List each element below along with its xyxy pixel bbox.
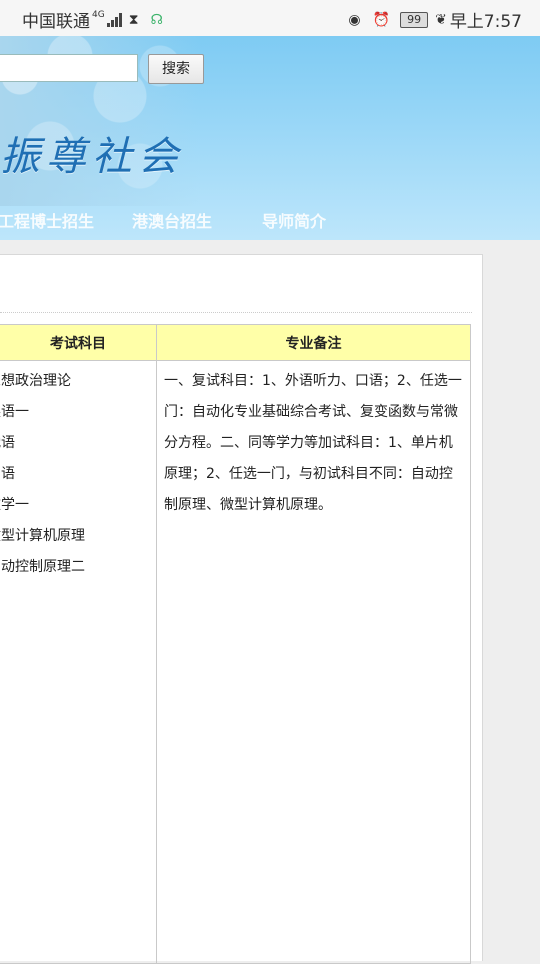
list-item: 数学一 (0, 497, 29, 513)
clock: 早上7:57 (449, 12, 522, 32)
network-type: 4G (92, 10, 105, 20)
divider (0, 312, 472, 313)
search-input[interactable] (0, 54, 138, 82)
header-notes: 专业备注 (156, 324, 471, 361)
list-item: 自动控制原理二 (0, 559, 85, 575)
exam-table: 考试科目 专业备注 思想政治理论 英语一 俄语 日语 数学一 微型计算机原理 自… (0, 324, 471, 964)
carrier-name: 中国联通 (22, 12, 90, 32)
notes-text: 一、复试科目：1、外语听力、口语；2、任选一门：自动化专业基础综合考试、复变函数… (164, 373, 462, 513)
calligraphy-banner: 振尊社会 (0, 134, 184, 180)
notes-cell: 一、复试科目：1、外语听力、口语；2、任选一门：自动化专业基础综合考试、复变函数… (156, 360, 471, 964)
leaf-icon: ❦ (435, 11, 447, 28)
eye-icon: ◉ (348, 11, 361, 28)
headset-icon: ☊ (150, 11, 163, 28)
subjects-cell: 思想政治理论 英语一 俄语 日语 数学一 微型计算机原理 自动控制原理二 (0, 360, 157, 964)
list-item: 俄语 (0, 435, 15, 451)
nav-item-engineering-phd[interactable]: 工程博士招生 (0, 208, 94, 232)
list-item: 英语一 (0, 404, 29, 420)
alarm-icon: ⏰ (372, 11, 391, 28)
list-item: 微型计算机原理 (0, 528, 85, 544)
table-row: 思想政治理论 英语一 俄语 日语 数学一 微型计算机原理 自动控制原理二 一、复… (0, 360, 471, 964)
list-item: 日语 (0, 466, 15, 482)
signal-icon (106, 12, 123, 27)
site-header: 搜索 振尊社会 工程博士招生 港澳台招生 导师简介 (0, 36, 540, 240)
battery-icon: 99 (400, 11, 429, 28)
list-item: 思想政治理论 (0, 373, 71, 389)
nav-item-advisors[interactable]: 导师简介 (262, 208, 326, 232)
nav-item-hk-macau-taiwan[interactable]: 港澳台招生 (132, 208, 212, 232)
header-exam-subjects: 考试科目 (0, 324, 157, 361)
main-nav: 工程博士招生 港澳台招生 导师简介 (0, 206, 540, 234)
status-bar: 中国联通 4G ⧗ ☊ ◉ ⏰ 99 ❦ 早上7:57 (0, 0, 540, 36)
hourglass-icon: ⧗ (128, 11, 139, 28)
search-button[interactable]: 搜索 (148, 54, 204, 84)
